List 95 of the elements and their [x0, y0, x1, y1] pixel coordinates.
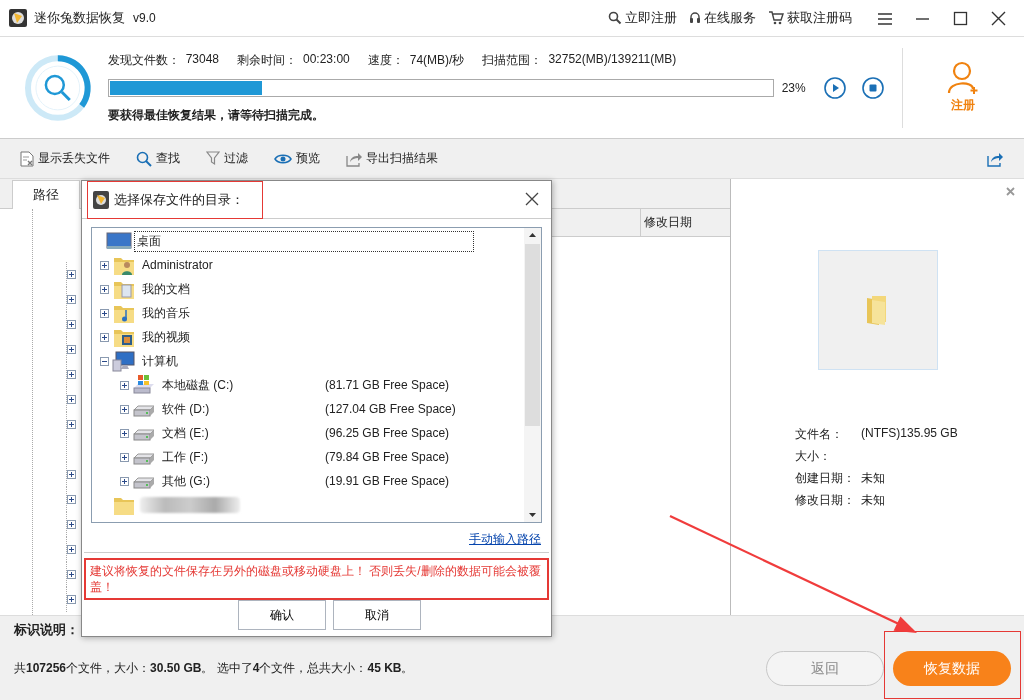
scan-hint: 要获得最佳恢复结果，请等待扫描完成。	[107, 106, 325, 124]
expand-icon[interactable]	[100, 260, 109, 270]
toolbar-button[interactable]: 显示丢失文件	[20, 150, 110, 167]
computer-icon	[112, 350, 136, 372]
cart-icon	[768, 11, 784, 25]
stat-value: 73048	[185, 51, 219, 68]
expand-icon[interactable]	[67, 595, 76, 604]
toolbar-button[interactable]: 预览	[274, 150, 320, 167]
stat-value: 74(MB)/秒	[409, 51, 465, 69]
stat-label: 剩余时间：	[237, 51, 297, 69]
toolbar-button[interactable]: 导出扫描结果	[346, 150, 438, 167]
header-link[interactable]: 获取注册码	[768, 9, 852, 27]
folder-tree-item[interactable]: 我的视频	[140, 327, 192, 347]
collapse-icon[interactable]	[100, 356, 109, 366]
search-icon	[136, 150, 152, 167]
user-add-icon[interactable]	[947, 61, 980, 95]
expand-icon[interactable]	[67, 295, 76, 304]
dialog-button[interactable]: 确认	[238, 600, 326, 630]
folder-tree-item[interactable]: 我的文档	[140, 279, 192, 299]
info-value: 未知	[861, 470, 886, 487]
free-space-text: (81.71 GB Free Space)	[325, 378, 450, 392]
windows-drive-icon	[132, 374, 156, 396]
folder-tree-item[interactable]: 计算机	[140, 351, 180, 371]
document-icon	[20, 150, 34, 167]
expand-icon[interactable]	[120, 428, 129, 438]
summary-text: 共107256个文件，大小：30.50 GB。 选中了4个文件，总共大小：45 KB。	[14, 660, 414, 677]
info-label: 大小：	[795, 448, 832, 465]
expand-icon[interactable]	[120, 380, 129, 390]
header-link[interactable]: 立即注册	[608, 9, 677, 27]
toolbar-button[interactable]: 查找	[136, 150, 180, 167]
expand-icon[interactable]	[67, 520, 76, 529]
app-logo-icon	[92, 190, 110, 210]
folder-tree-item[interactable]: 桌面	[134, 230, 474, 252]
free-space-text: (19.91 GB Free Space)	[325, 474, 450, 488]
share-icon[interactable]	[987, 150, 1004, 167]
expand-icon[interactable]	[67, 570, 76, 579]
expand-icon[interactable]	[120, 404, 129, 414]
stat-value: 32752(MB)/139211(MB)	[548, 51, 677, 68]
warning-message: 建议将恢复的文件保存在另外的磁盘或移动硬盘上！ 否则丢失/删除的数据可能会被覆盖！	[84, 558, 549, 600]
close-icon[interactable]	[525, 192, 539, 206]
toolbar-button[interactable]: 过滤	[206, 150, 248, 167]
expand-icon[interactable]	[67, 420, 76, 429]
dialog-title: 选择保存文件的目录：	[114, 191, 244, 209]
stat-label: 发现文件数：	[107, 51, 180, 69]
manual-path-link[interactable]: 手动输入路径	[469, 531, 541, 549]
play-button[interactable]	[823, 76, 846, 99]
info-label: 修改日期：	[795, 492, 856, 509]
app-version: v9.0	[133, 11, 156, 25]
expand-icon[interactable]	[120, 476, 129, 486]
free-space-text: (96.25 GB Free Space)	[325, 426, 450, 440]
tab[interactable]: 路径	[12, 180, 80, 209]
stat-label: 速度：	[367, 51, 404, 69]
folder-tree-item[interactable]: 其他 (G:)	[160, 471, 212, 491]
folder-tree-item[interactable]: 我的音乐	[140, 303, 192, 323]
search-icon	[608, 11, 622, 25]
expand-icon[interactable]	[67, 395, 76, 404]
column-header[interactable]: 修改日期	[640, 209, 730, 236]
expand-icon[interactable]	[100, 308, 109, 318]
stat-label: 扫描范围：	[482, 51, 543, 69]
app-title: 迷你兔数据恢复	[34, 9, 125, 27]
info-label: 文件名：	[795, 426, 844, 443]
scrollbar[interactable]	[524, 228, 541, 522]
expand-icon[interactable]	[120, 452, 129, 462]
export-icon	[346, 150, 362, 167]
dialog-button[interactable]: 取消	[333, 600, 421, 630]
info-value: 未知	[861, 492, 886, 509]
folder-tree-item[interactable]: 本地磁盘 (C:)	[160, 375, 236, 395]
expand-icon[interactable]	[67, 495, 76, 504]
filter-icon	[206, 151, 220, 166]
monitor-icon	[106, 232, 132, 250]
app-logo-icon	[8, 8, 28, 28]
folder-tree-item[interactable]: 软件 (D:)	[160, 399, 212, 419]
free-space-text: (127.04 GB Free Space)	[325, 402, 456, 416]
expand-icon[interactable]	[67, 545, 76, 554]
progress-percent: 23%	[781, 80, 807, 95]
legend-label: 标识说明：	[14, 621, 80, 639]
expand-icon[interactable]	[67, 345, 76, 354]
eye-icon	[274, 152, 292, 165]
expand-icon[interactable]	[67, 370, 76, 379]
folder-tree-item[interactable]: 工作 (F:)	[160, 447, 210, 467]
expand-icon[interactable]	[67, 470, 76, 479]
info-value: (NTFS)135.95 GB	[861, 426, 958, 442]
folder-tree-item[interactable]: Administrator	[140, 257, 215, 273]
expand-icon[interactable]	[100, 332, 109, 342]
scan-progress-icon	[24, 53, 92, 122]
expand-icon[interactable]	[67, 270, 76, 279]
info-label: 创建日期：	[795, 470, 856, 487]
free-space-text: (79.84 GB Free Space)	[325, 450, 450, 464]
expand-icon[interactable]	[67, 320, 76, 329]
stop-button[interactable]	[861, 76, 884, 99]
expand-icon[interactable]	[100, 284, 109, 294]
headset-icon	[689, 11, 701, 25]
folder-tree-item[interactable]: 文档 (E:)	[160, 423, 211, 443]
header-link[interactable]: 在线服务	[689, 9, 756, 27]
stat-value: 00:23:00	[303, 51, 350, 68]
